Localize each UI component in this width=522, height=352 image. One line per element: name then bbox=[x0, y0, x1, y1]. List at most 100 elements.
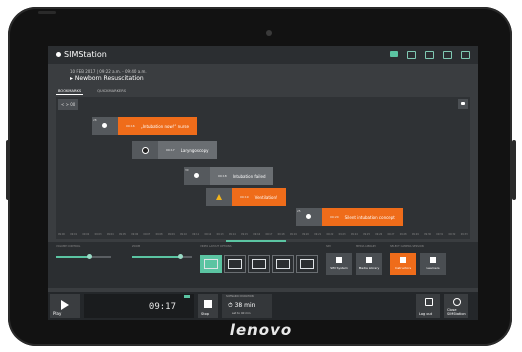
bottom-bar: Play 09:17 Stop SCENARIO DURATION ⏱ 38 m… bbox=[48, 292, 478, 320]
layout-label: VIDEO LAYOUT OPTIONS bbox=[200, 245, 232, 248]
layout-split-icon bbox=[252, 259, 266, 269]
speech-bubble-icon: 30 bbox=[184, 167, 210, 185]
event-4-label-box: 09:19 Ventilation! bbox=[232, 188, 286, 206]
media-library-button[interactable]: Media Library bbox=[356, 253, 382, 275]
side-edge-right bbox=[512, 140, 516, 200]
user-icon[interactable] bbox=[461, 51, 470, 59]
instructors-label: Instructors bbox=[394, 266, 412, 270]
layout-option-1[interactable] bbox=[200, 255, 222, 273]
timeline-tick: 09:19 bbox=[289, 233, 297, 236]
timeline-tick: 09:11 bbox=[192, 233, 200, 236]
session-title-text: Newborn Resuscitation bbox=[74, 75, 144, 82]
timeline-tick: 09:06 bbox=[131, 233, 139, 236]
timeline-tick: 09:18 bbox=[277, 233, 285, 236]
event-2-label-box: 09:17 Laryngoscopy bbox=[158, 141, 217, 159]
event-4[interactable]: 09:19 Ventilation! bbox=[206, 188, 286, 206]
session-title: ▸ Newborn Resuscitation bbox=[70, 75, 144, 82]
timeline-tick: 09:02 bbox=[82, 233, 90, 236]
learners-button[interactable]: Learners bbox=[420, 253, 446, 275]
close-label: Close SIMStation bbox=[447, 308, 466, 316]
duration-value-text: 38 min bbox=[234, 302, 256, 309]
event-2-symbol bbox=[142, 147, 149, 154]
laryngoscope-icon bbox=[132, 141, 158, 159]
sim-label: SIM bbox=[326, 245, 331, 248]
zoom-slider[interactable] bbox=[132, 254, 192, 259]
timeline-tick: 09:01 bbox=[70, 233, 78, 236]
timeline-tick: 09:12 bbox=[204, 233, 212, 236]
timeline-tick: 09:32 bbox=[448, 233, 456, 236]
timeline[interactable]: < > 00 28 09:16 „Intubation now!“ nurse 0… bbox=[56, 97, 470, 242]
side-edge-left bbox=[6, 140, 10, 200]
close-button[interactable]: Close SIMStation bbox=[444, 294, 468, 318]
timeline-tick: 09:03 bbox=[94, 233, 102, 236]
timeline-tick: 09:24 bbox=[350, 233, 358, 236]
layout-split-icon bbox=[276, 259, 290, 269]
event-4-symbol bbox=[216, 194, 222, 200]
app-name: SIMStation bbox=[64, 50, 107, 59]
device-brand: lenovo bbox=[229, 321, 293, 339]
power-button bbox=[38, 11, 56, 14]
play-icon bbox=[61, 300, 69, 310]
monitor-icon[interactable] bbox=[425, 51, 434, 59]
display-icon[interactable] bbox=[407, 51, 416, 59]
play-button[interactable]: Play bbox=[50, 294, 80, 318]
stop-label: Stop bbox=[201, 312, 209, 316]
tube-icon: 25 bbox=[296, 208, 322, 226]
event-1-time: 09:16 bbox=[126, 124, 135, 128]
media-label: MEDIA LIBRARY bbox=[356, 245, 376, 248]
layout-option-2[interactable] bbox=[224, 255, 246, 273]
event-5-label-box: 09:20 Silent intubation concept bbox=[322, 208, 403, 226]
event-4-label: Ventilation! bbox=[254, 194, 278, 200]
app-screen: SIMStation 10 FEB 2017 | 09:22 a.m. - 09… bbox=[48, 46, 478, 320]
layout-split-icon bbox=[228, 259, 242, 269]
timeline-tick: 09:23 bbox=[338, 233, 346, 236]
layout-option-4[interactable] bbox=[272, 255, 294, 273]
timeline-tick: 09:05 bbox=[119, 233, 126, 236]
session-meta: 10 FEB 2017 | 09:22 a.m. - 09:40 a.m. bbox=[70, 69, 147, 74]
timeline-tick: 09:21 bbox=[314, 233, 322, 236]
timeline-tick: 09:29 bbox=[411, 233, 419, 236]
tab-bookmarks[interactable]: BOOKMARKS bbox=[56, 88, 84, 95]
comment-icon[interactable] bbox=[458, 99, 468, 109]
event-1-symbol bbox=[102, 123, 107, 128]
app-logo: SIMStation bbox=[56, 50, 107, 59]
timeline-start-marker[interactable]: < > 00 bbox=[58, 99, 79, 110]
volume-slider[interactable] bbox=[56, 254, 111, 259]
event-2[interactable]: 09:17 Laryngoscopy bbox=[132, 141, 217, 159]
key-icon bbox=[336, 257, 342, 263]
stop-button[interactable]: Stop bbox=[198, 294, 218, 318]
event-5-symbol bbox=[306, 214, 311, 219]
event-5[interactable]: 25 09:20 Silent intubation concept bbox=[296, 208, 403, 226]
timeline-tick: 09:28 bbox=[399, 233, 407, 236]
event-1[interactable]: 28 09:16 „Intubation now!“ nurse bbox=[92, 117, 197, 135]
layout-option-3[interactable] bbox=[248, 255, 270, 273]
control-panel: VOLUME CONTROL ZOOM VIDEO LAYOUT OPTIONS… bbox=[48, 242, 478, 288]
volume-knob[interactable] bbox=[87, 254, 92, 259]
timeline-tick: 09:30 bbox=[424, 233, 431, 236]
tube-icon: 28 bbox=[92, 117, 118, 135]
event-3-time: 09:18 bbox=[218, 174, 227, 178]
event-3-label: Intubation failed bbox=[232, 173, 266, 179]
settings-icon[interactable] bbox=[443, 51, 452, 59]
stop-icon bbox=[204, 300, 212, 308]
warning-icon bbox=[206, 188, 232, 206]
media-icon bbox=[366, 257, 372, 263]
logout-button[interactable]: Log out bbox=[416, 294, 440, 318]
timeline-tick: 09:13 bbox=[216, 233, 224, 236]
event-3[interactable]: 30 09:18 Intubation failed bbox=[184, 167, 274, 185]
event-2-time: 09:17 bbox=[166, 148, 175, 152]
instructors-button[interactable]: Instructors bbox=[390, 253, 416, 275]
timer-badge bbox=[184, 295, 190, 298]
zoom-knob[interactable] bbox=[178, 254, 183, 259]
timeline-tick: 09:33 bbox=[460, 233, 468, 236]
timeline-tick: 09:17 bbox=[265, 233, 273, 236]
event-5-time: 09:20 bbox=[330, 215, 339, 219]
layout-option-5[interactable] bbox=[296, 255, 318, 273]
scenario-duration[interactable]: SCENARIO DURATION ⏱ 38 min set to 40 min bbox=[222, 294, 272, 318]
duration-label: SCENARIO DURATION bbox=[226, 295, 254, 298]
event-3-num: 30 bbox=[185, 168, 189, 172]
tab-quickmarkers[interactable]: QUICKMARKERS bbox=[95, 88, 128, 95]
event-2-label: Laryngoscopy bbox=[180, 147, 209, 153]
sim-system-button[interactable]: SIM System bbox=[326, 253, 352, 275]
timeline-tick: 09:27 bbox=[387, 233, 395, 236]
